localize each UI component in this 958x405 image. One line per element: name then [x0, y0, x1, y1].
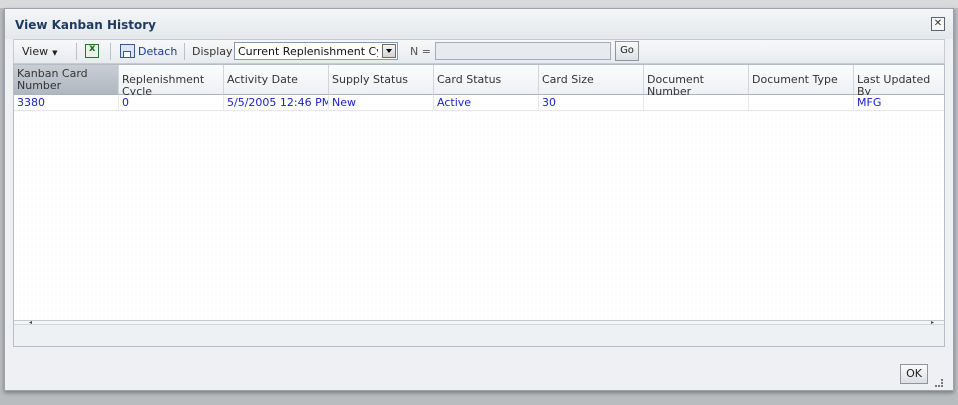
- column-header-replenishment-cycle[interactable]: Replenishment Cycle: [119, 65, 224, 98]
- column-header-supply-status[interactable]: Supply Status: [329, 65, 434, 95]
- display-select[interactable]: Current Replenishment Cycle: [234, 42, 398, 60]
- cell-document-type[interactable]: [749, 95, 854, 111]
- chevron-down-icon: ▼: [52, 49, 58, 57]
- chevron-down-icon[interactable]: [382, 44, 396, 58]
- n-label: N =: [410, 45, 431, 58]
- resize-grip-icon[interactable]: [935, 379, 943, 387]
- table-status-bar: [14, 324, 944, 346]
- cell-document-number[interactable]: [644, 95, 749, 111]
- close-icon[interactable]: ✕: [931, 17, 945, 31]
- go-button[interactable]: Go: [615, 41, 639, 61]
- detach-button[interactable]: Detach: [138, 40, 177, 63]
- ok-button[interactable]: OK: [900, 364, 928, 384]
- toolbar-divider: [110, 43, 111, 60]
- view-menu-button[interactable]: View ▼: [22, 40, 58, 63]
- column-header-card-status[interactable]: Card Status: [434, 65, 539, 95]
- kanban-history-table: Kanban Card Number Replenishment Cycle A…: [13, 64, 945, 347]
- cell-supply-status[interactable]: New: [329, 95, 434, 111]
- dialog-title: View Kanban History: [15, 18, 156, 32]
- display-label: Display: [192, 45, 233, 58]
- cell-card-size[interactable]: 30: [539, 95, 644, 111]
- display-select-value: Current Replenishment Cycle: [238, 45, 378, 58]
- detach-icon[interactable]: [120, 44, 135, 58]
- cell-kanban-card-number[interactable]: 3380: [14, 95, 119, 111]
- dialog-title-bar: View Kanban History ✕: [5, 9, 953, 39]
- background-page: [0, 0, 958, 8]
- cell-replenishment-cycle[interactable]: 0: [119, 95, 224, 111]
- excel-export-icon[interactable]: [85, 43, 99, 58]
- cell-card-status[interactable]: Active: [434, 95, 539, 111]
- column-header-kanban-card-number[interactable]: Kanban Card Number: [14, 65, 119, 95]
- view-menu-label: View: [22, 45, 49, 58]
- table-row[interactable]: 3380 0 5/5/2005 12:46 PM New Active 30 M…: [14, 95, 944, 111]
- column-header-card-size[interactable]: Card Size: [539, 65, 644, 95]
- column-header-document-type[interactable]: Document Type: [749, 65, 854, 95]
- n-input[interactable]: [435, 42, 611, 60]
- column-header-activity-date[interactable]: Activity Date: [224, 65, 329, 95]
- kanban-history-dialog: View Kanban History ✕ View▼ Detach Displ…: [4, 8, 954, 391]
- cell-last-updated-by[interactable]: MFG: [854, 95, 944, 111]
- table-toolbar: View▼ Detach Display Current Replenishme…: [13, 39, 945, 64]
- column-header-document-number[interactable]: Document Number: [644, 65, 749, 98]
- column-header-last-updated-by[interactable]: Last Updated By: [854, 65, 944, 98]
- table-header-row: Kanban Card Number Replenishment Cycle A…: [14, 65, 944, 98]
- cell-activity-date[interactable]: 5/5/2005 12:46 PM: [224, 95, 329, 111]
- toolbar-divider: [76, 43, 77, 60]
- toolbar-divider: [184, 43, 185, 60]
